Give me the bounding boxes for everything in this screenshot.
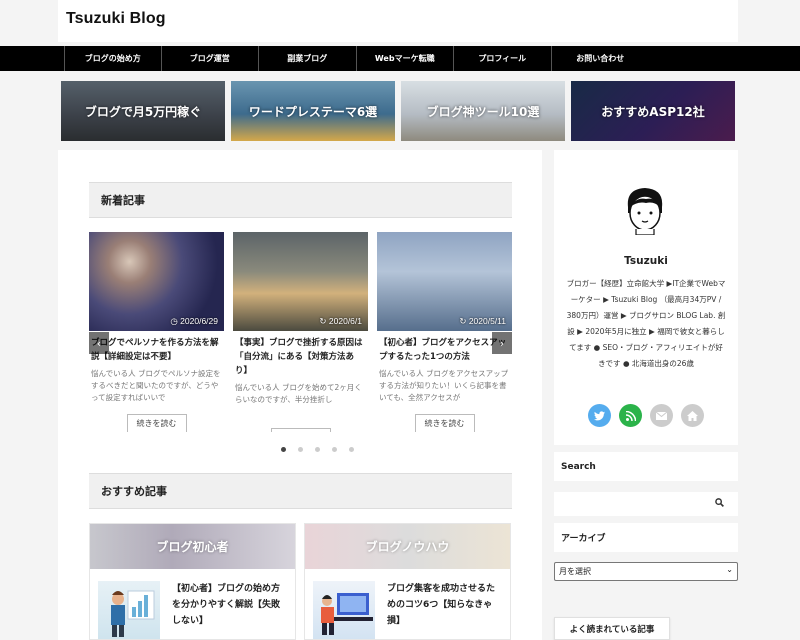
banner-label: ワードプレステーマ6選 — [248, 104, 378, 119]
global-nav: ブログの始め方 ブログ運営 副業ブログ Webマーケ転職 プロフィール お問い合… — [0, 46, 800, 71]
archive-select-value: 月を選択 — [559, 567, 591, 576]
recommended-category[interactable]: ブログ初心者 — [90, 524, 295, 569]
chevron-down-icon: ⌄ — [726, 565, 733, 574]
nav-item-web-marketing[interactable]: Webマーケ転職 — [357, 46, 454, 71]
nav-item-side-business[interactable]: 副業ブログ — [259, 46, 357, 71]
main-content: 新着記事 ◷ 2020/6/29 ブログでペルソナを作る方法を解説【詳細設定は不… — [58, 150, 542, 640]
slider-dots — [58, 447, 542, 452]
post-excerpt: 悩んでいる人 ブログをアクセスアップする方法が知りたい！いくら記事を書いても、全… — [379, 369, 509, 402]
site-header: Tsuzuki Blog — [58, 0, 738, 42]
home-icon — [687, 410, 698, 421]
banner-label: おすすめASP12社 — [601, 104, 705, 119]
new-posts-slider: ◷ 2020/6/29 ブログでペルソナを作る方法を解説【詳細設定は不要】 悩ん… — [89, 232, 512, 432]
site-title[interactable]: Tsuzuki Blog — [66, 10, 166, 28]
profile-name: Tsuzuki — [624, 255, 668, 267]
post-title[interactable]: ブログでペルソナを作る方法を解説【詳細設定は不要】 — [89, 336, 224, 364]
post-card[interactable]: ◷ 2020/6/29 ブログでペルソナを作る方法を解説【詳細設定は不要】 悩ん… — [89, 232, 224, 432]
archive-month-select[interactable]: 月を選択 ⌄ — [554, 562, 738, 581]
recommended-thumbnail[interactable] — [313, 581, 375, 639]
search-input[interactable] — [554, 492, 738, 516]
post-thumbnail[interactable]: ◷ 2020/6/29 — [89, 232, 224, 331]
avatar — [624, 185, 666, 236]
post-card[interactable]: ↻ 2020/6/1 【事実】ブログで挫折する原因は「自分流」にある【対策方法あ… — [233, 232, 368, 432]
banner-label: ブログ神ツール10選 — [426, 104, 540, 119]
recommended-list: ブログ初心者 【初心者】ブログの始め方を分かりやすく解説【失敗しない】 ブログノ… — [89, 523, 512, 640]
recommended-category[interactable]: ブログノウハウ — [305, 524, 510, 569]
post-date: ↻ 2020/5/11 — [459, 316, 506, 326]
post-thumbnail[interactable]: ↻ 2020/5/11 — [377, 232, 512, 331]
slider-dot[interactable] — [332, 447, 337, 452]
profile-widget: Tsuzuki ブロガー【経歴】立命館大学 ▶IT企業でWebマーケター ▶ T… — [554, 150, 738, 445]
new-posts-heading: 新着記事 — [89, 182, 512, 218]
profile-bio: ブロガー【経歴】立命館大学 ▶IT企業でWebマーケター ▶ Tsuzuki B… — [566, 279, 726, 368]
post-excerpt: 悩んでいる人 ブログを始めて2ヶ月くらいなのですが、半分挫折し — [235, 383, 362, 404]
refresh-icon: ↻ — [319, 316, 329, 326]
slider-dot[interactable] — [298, 447, 303, 452]
banner-themes[interactable]: ワードプレステーマ6選 — [231, 81, 395, 141]
slider-dot[interactable] — [315, 447, 320, 452]
nav-item-contact[interactable]: お問い合わせ — [552, 46, 650, 71]
recommended-card[interactable]: ブログ初心者 【初心者】ブログの始め方を分かりやすく解説【失敗しない】 — [89, 523, 296, 640]
banner-asp[interactable]: おすすめASP12社 — [571, 81, 735, 141]
clock-icon: ◷ — [170, 316, 181, 326]
recommended-title[interactable]: 【初心者】ブログの始め方を分かりやすく解説【失敗しない】 — [172, 581, 287, 639]
home-button[interactable] — [681, 404, 704, 427]
rss-icon — [625, 410, 636, 421]
nav-item-profile[interactable]: プロフィール — [454, 46, 552, 71]
slider-dot[interactable] — [349, 447, 354, 452]
banner-label: ブログで月5万円稼ぐ — [84, 104, 202, 119]
mail-button[interactable] — [650, 404, 673, 427]
twitter-button[interactable] — [588, 404, 611, 427]
social-links — [554, 404, 738, 427]
read-more-button[interactable]: 続きを読む — [270, 428, 331, 432]
recommended-thumbnail[interactable] — [98, 581, 160, 639]
recommended-heading: おすすめ記事 — [89, 473, 512, 509]
post-date: ◷ 2020/6/29 — [170, 316, 218, 326]
slider-prev-button[interactable]: ‹ — [89, 332, 109, 354]
slider-dot[interactable] — [281, 447, 286, 452]
recommended-title[interactable]: ブログ集客を成功させるためのコツ6つ【知らなきゃ損】 — [387, 581, 502, 639]
rss-button[interactable] — [619, 404, 642, 427]
refresh-icon: ↻ — [459, 316, 469, 326]
read-more-button[interactable]: 続きを読む — [126, 414, 187, 432]
chevron-right-icon: › — [499, 336, 505, 350]
recommended-card[interactable]: ブログノウハウ ブログ集客を成功させるためのコツ6つ【知らなきゃ損】 — [304, 523, 511, 640]
post-title[interactable]: 【事実】ブログで挫折する原因は「自分流」にある【対策方法あり】 — [233, 336, 368, 378]
search-widget-title: Search — [554, 452, 738, 481]
banner-row: ブログで月5万円稼ぐ ワードプレステーマ6選 ブログ神ツール10選 おすすめAS… — [61, 81, 735, 141]
nav-item-blog-management[interactable]: ブログ運営 — [162, 46, 259, 71]
mail-icon — [656, 411, 667, 420]
slider-next-button[interactable]: › — [492, 332, 512, 354]
search-icon[interactable] — [715, 498, 724, 510]
archive-widget-title: アーカイブ — [554, 523, 738, 552]
read-more-button[interactable]: 続きを読む — [414, 414, 475, 432]
twitter-icon — [594, 410, 605, 420]
banner-tools[interactable]: ブログ神ツール10選 — [401, 81, 565, 141]
banner-earn[interactable]: ブログで月5万円稼ぐ — [61, 81, 225, 141]
popular-posts-title: よく読まれている記事 — [554, 617, 670, 640]
post-date: ↻ 2020/6/1 — [319, 316, 362, 326]
chevron-left-icon: ‹ — [96, 336, 102, 350]
nav-item-start-blog[interactable]: ブログの始め方 — [64, 46, 162, 71]
post-thumbnail[interactable]: ↻ 2020/6/1 — [233, 232, 368, 331]
post-excerpt: 悩んでいる人 ブログでペルソナ設定をするべきだと聞いたのですが、どうやって設定す… — [91, 369, 221, 402]
